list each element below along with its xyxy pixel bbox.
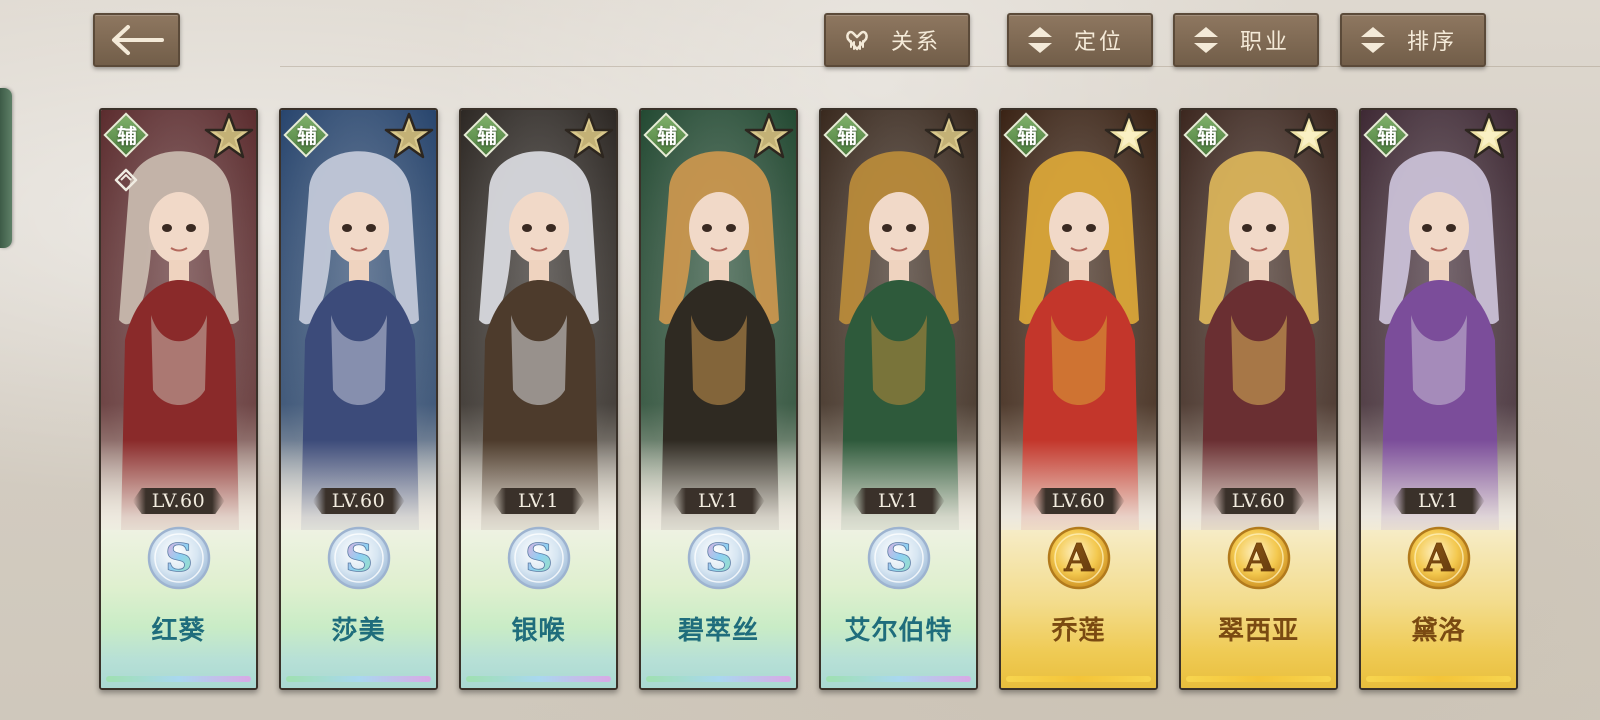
svg-text:S: S	[705, 535, 732, 580]
position-filter-label: 定位	[1073, 30, 1124, 55]
role-label: 辅	[117, 124, 137, 148]
role-label: 辅	[657, 124, 677, 148]
side-drawer-tab[interactable]	[0, 88, 12, 248]
star-icon	[744, 112, 794, 159]
sort-updown-icon	[1189, 23, 1223, 57]
svg-text:S: S	[345, 535, 372, 580]
rank-s-icon: S	[867, 526, 930, 590]
support-role-badge: 辅	[283, 112, 330, 159]
character-name: 艾尔伯特	[844, 616, 953, 646]
support-role-badge: 辅	[823, 112, 870, 159]
star-icon	[204, 112, 254, 159]
heart-hands-icon	[840, 23, 874, 57]
card-bottom-bar	[106, 676, 251, 682]
character-name: 乔莲	[1051, 616, 1106, 646]
support-role-badge: 辅	[1003, 112, 1050, 159]
sort-updown-icon	[1023, 23, 1057, 57]
card-bottom-bar	[826, 676, 971, 682]
svg-text:A: A	[1243, 535, 1274, 580]
rank-s-icon: S	[687, 526, 750, 590]
level-badge: LV.1	[672, 488, 765, 514]
character-name: 翠西亚	[1217, 616, 1299, 646]
character-card[interactable]: 辅 LV.1	[819, 108, 978, 690]
position-filter-button[interactable]: 定位	[1007, 13, 1153, 67]
card-bottom-bar	[1366, 676, 1511, 682]
character-card[interactable]: 辅 LV.60	[279, 108, 438, 690]
star-icon	[384, 112, 434, 159]
star-icon	[1464, 112, 1514, 159]
back-button[interactable]	[93, 13, 180, 67]
role-label: 辅	[477, 124, 497, 148]
role-label: 辅	[1017, 124, 1037, 148]
star-icon	[924, 112, 974, 159]
svg-text:S: S	[885, 535, 912, 580]
rank-s-icon: S	[147, 526, 210, 590]
class-filter-label: 职业	[1239, 30, 1290, 55]
character-card-list: 辅 LV.60 S 红葵 辅 LV.60 S 莎美 辅 LV.1 S 银喉 辅 …	[99, 108, 1519, 691]
support-role-badge: 辅	[1363, 112, 1410, 159]
sort-button[interactable]: 排序	[1340, 13, 1486, 67]
character-card[interactable]: 辅 LV.60	[999, 108, 1158, 690]
support-role-badge: 辅	[1183, 112, 1230, 159]
level-badge: LV.1	[1392, 488, 1485, 514]
rank-a-icon: A	[1227, 526, 1290, 590]
star-icon	[1104, 112, 1154, 159]
support-role-badge: 辅	[463, 112, 510, 159]
character-card[interactable]: 辅 LV.1	[459, 108, 618, 690]
sort-button-label: 排序	[1406, 30, 1457, 55]
svg-text:A: A	[1423, 535, 1454, 580]
card-bottom-bar	[1006, 676, 1151, 682]
svg-text:S: S	[165, 535, 192, 580]
character-name: 黛洛	[1411, 616, 1466, 646]
rank-s-icon: S	[327, 526, 390, 590]
class-filter-button[interactable]: 职业	[1173, 13, 1319, 67]
level-badge: LV.1	[492, 488, 585, 514]
role-label: 辅	[1377, 124, 1397, 148]
level-badge: LV.60	[132, 488, 225, 514]
relation-button[interactable]: 关系	[824, 13, 970, 67]
character-card[interactable]: 辅 LV.60	[99, 108, 258, 690]
swap-icon[interactable]	[112, 166, 140, 194]
star-icon	[1284, 112, 1334, 159]
sort-updown-icon	[1356, 23, 1390, 57]
level-badge: LV.60	[1212, 488, 1305, 514]
card-bottom-bar	[1186, 676, 1331, 682]
card-bottom-bar	[466, 676, 611, 682]
role-label: 辅	[837, 124, 857, 148]
level-badge: LV.60	[312, 488, 405, 514]
role-label: 辅	[297, 124, 317, 148]
character-card[interactable]: 辅 LV.1	[1359, 108, 1518, 690]
character-name: 莎美	[331, 616, 386, 646]
support-role-badge: 辅	[643, 112, 690, 159]
svg-text:S: S	[525, 535, 552, 580]
character-name: 银喉	[511, 616, 566, 646]
character-name: 碧萃丝	[677, 616, 759, 646]
card-bottom-bar	[646, 676, 791, 682]
star-icon	[564, 112, 614, 159]
relation-button-label: 关系	[890, 30, 941, 55]
character-name: 红葵	[151, 616, 206, 646]
level-badge: LV.1	[852, 488, 945, 514]
card-bottom-bar	[286, 676, 431, 682]
level-badge: LV.60	[1032, 488, 1125, 514]
svg-text:A: A	[1063, 535, 1094, 580]
role-label: 辅	[1197, 124, 1217, 148]
rank-s-icon: S	[507, 526, 570, 590]
left-arrow-icon	[111, 25, 164, 55]
support-role-badge: 辅	[103, 112, 150, 159]
character-card[interactable]: 辅 LV.60	[1179, 108, 1338, 690]
character-card[interactable]: 辅 LV.1	[639, 108, 798, 690]
rank-a-icon: A	[1047, 526, 1110, 590]
rank-a-icon: A	[1407, 526, 1470, 590]
